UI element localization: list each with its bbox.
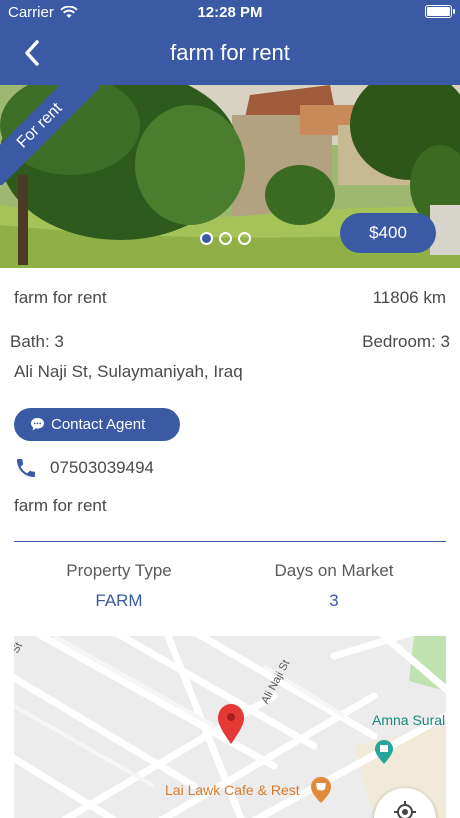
property-type-stat: Property Type FARM bbox=[19, 561, 219, 611]
poi-label: Amna Sural bbox=[372, 712, 446, 728]
crosshair-icon bbox=[394, 801, 416, 818]
location-map[interactable]: Ali Naji St St Amna Sural Lai Lawk Cafe … bbox=[14, 636, 446, 818]
page-title: farm for rent bbox=[170, 40, 290, 65]
property-type-label: Property Type bbox=[66, 561, 172, 580]
carousel-dot[interactable] bbox=[200, 232, 213, 245]
carousel-indicator bbox=[200, 232, 251, 245]
address-label: Ali Naji St, Sulaymaniyah, Iraq bbox=[14, 362, 243, 381]
property-image-carousel[interactable]: For rent $400 bbox=[0, 85, 460, 268]
property-description: farm for rent bbox=[14, 496, 107, 515]
carousel-dot[interactable] bbox=[238, 232, 251, 245]
bedroom-count: Bedroom: 3 bbox=[362, 332, 450, 351]
property-type-value: FARM bbox=[95, 591, 143, 610]
property-name: farm for rent bbox=[14, 288, 107, 307]
price-badge: $400 bbox=[340, 213, 436, 253]
status-bar: Carrier 12:28 PM bbox=[0, 0, 460, 24]
phone-row[interactable]: 07503039494 bbox=[14, 456, 154, 480]
distance-label: 11806 km bbox=[372, 288, 446, 307]
days-on-market-value: 3 bbox=[329, 591, 339, 610]
phone-icon bbox=[17, 459, 35, 477]
bath-count: Bath: 3 bbox=[10, 332, 64, 351]
cafe-poi-label: Lai Lawk Cafe & Rest bbox=[165, 782, 300, 798]
chat-bubble-icon bbox=[31, 418, 44, 431]
days-on-market-stat: Days on Market 3 bbox=[234, 561, 434, 611]
contact-agent-label: Contact Agent bbox=[51, 416, 146, 433]
for-rent-ribbon: For rent bbox=[0, 85, 100, 185]
days-on-market-label: Days on Market bbox=[274, 561, 394, 580]
phone-number[interactable]: 07503039494 bbox=[50, 458, 154, 478]
contact-agent-button[interactable]: Contact Agent bbox=[14, 408, 180, 441]
carousel-dot[interactable] bbox=[219, 232, 232, 245]
app-header: Carrier 12:28 PM farm for rent bbox=[0, 0, 460, 85]
section-divider bbox=[14, 541, 446, 542]
nav-bar: farm for rent bbox=[0, 28, 460, 78]
battery-icon bbox=[425, 5, 455, 18]
status-time: 12:28 PM bbox=[197, 4, 263, 21]
ribbon-label: For rent bbox=[0, 85, 100, 185]
